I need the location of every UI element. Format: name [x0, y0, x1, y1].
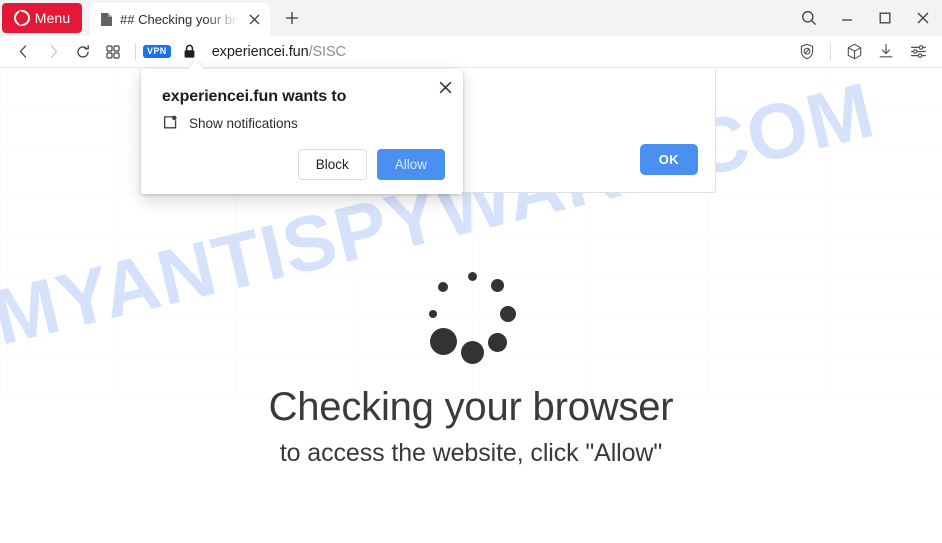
- opera-logo-icon: [13, 10, 30, 26]
- popup-pointer: [188, 61, 204, 69]
- cube-icon[interactable]: [838, 38, 870, 66]
- tab-title: ## Checking your browser: [120, 12, 244, 27]
- browser-tab[interactable]: ## Checking your browser: [90, 3, 270, 36]
- new-tab-button[interactable]: [278, 4, 306, 32]
- spinner-dot: [467, 271, 477, 281]
- spinner-dot: [429, 327, 457, 355]
- close-icon[interactable]: [433, 75, 457, 99]
- forward-icon[interactable]: [38, 38, 68, 66]
- page-subline: to access the website, click "Allow": [279, 439, 663, 467]
- tiles-icon[interactable]: [98, 38, 128, 66]
- block-button[interactable]: Block: [297, 149, 367, 180]
- url-host: experiencei.fun: [211, 43, 309, 60]
- permission-request-label: Show notifications: [189, 116, 298, 131]
- url-path: /SISC: [308, 43, 346, 60]
- page-headline: Checking your browser: [268, 385, 674, 429]
- loading-spinner: [413, 265, 527, 379]
- permission-request-row: Show notifications: [162, 115, 298, 132]
- spinner-dot: [460, 340, 484, 364]
- maximize-icon[interactable]: [866, 0, 904, 36]
- spinner-dot: [487, 332, 507, 352]
- menu-button-label: Menu: [34, 10, 71, 26]
- url-input[interactable]: experiencei.fun/SISC: [212, 44, 791, 60]
- download-icon[interactable]: [870, 38, 902, 66]
- tab-strip: Menu ## Checking your browser: [0, 0, 942, 36]
- vpn-badge[interactable]: VPN: [143, 44, 171, 59]
- spinner-dot: [429, 310, 437, 318]
- spinner-dot: [438, 282, 448, 292]
- address-bar: VPN experiencei.fun/SISC: [0, 36, 942, 68]
- search-icon[interactable]: [790, 0, 828, 36]
- notification-permission-popup: experiencei.fun wants to Show notificati…: [141, 69, 463, 194]
- allow-button[interactable]: Allow: [376, 149, 445, 180]
- browser-window: Menu ## Checking your browser: [0, 0, 942, 543]
- site-dialog-ok-button[interactable]: OK: [639, 144, 698, 175]
- window-controls: [790, 0, 942, 36]
- spinner-dot: [500, 306, 516, 322]
- sliders-icon[interactable]: [902, 38, 934, 66]
- page-icon: [100, 12, 113, 27]
- permission-actions: Block Allow: [297, 149, 445, 180]
- toolbar-divider-2: [830, 43, 831, 60]
- back-icon[interactable]: [8, 38, 38, 66]
- reload-icon[interactable]: [68, 38, 98, 66]
- toolbar-right-icons: [791, 38, 934, 66]
- shield-block-icon[interactable]: [791, 38, 823, 66]
- toolbar-divider: [135, 43, 136, 60]
- tab-close-icon[interactable]: [244, 10, 264, 30]
- lock-icon[interactable]: [183, 44, 196, 59]
- opera-menu-button[interactable]: Menu: [2, 3, 82, 33]
- close-icon[interactable]: [904, 0, 942, 36]
- minimize-icon[interactable]: [828, 0, 866, 36]
- notification-icon: [162, 115, 178, 132]
- spinner-dot: [490, 278, 504, 292]
- permission-title: experiencei.fun wants to: [162, 88, 347, 105]
